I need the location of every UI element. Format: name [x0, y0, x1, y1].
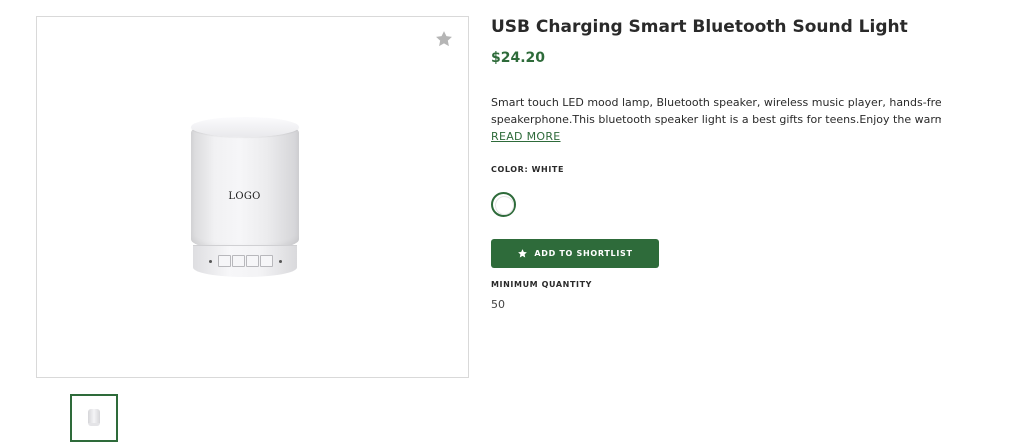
- color-label: COLOR: WHITE: [491, 165, 565, 174]
- add-to-shortlist-button[interactable]: ADD TO SHORTLIST: [491, 239, 659, 268]
- product-image: LOGO: [187, 117, 302, 282]
- lamp-logo-text: LOGO: [228, 191, 261, 202]
- favorite-star-icon[interactable]: [434, 29, 454, 49]
- thumbnail-image: [88, 409, 100, 426]
- lamp-buttons: [218, 255, 274, 267]
- minimum-quantity-value: 50: [491, 298, 505, 311]
- minimum-quantity-label: MINIMUM QUANTITY: [491, 280, 593, 289]
- product-image-gallery: LOGO: [36, 16, 469, 378]
- product-title: USB Charging Smart Bluetooth Sound Light: [491, 17, 908, 37]
- product-thumbnail[interactable]: [70, 394, 118, 442]
- star-icon: [518, 249, 528, 258]
- description-line: speakerphone.This bluetooth speaker ligh…: [491, 113, 941, 126]
- lamp-top: [191, 117, 299, 137]
- add-to-shortlist-label: ADD TO SHORTLIST: [534, 249, 633, 258]
- lamp-body: [191, 121, 299, 251]
- read-more-link[interactable]: READ MORE: [491, 130, 561, 143]
- lamp-button: [232, 255, 245, 267]
- description-line: Smart touch LED mood lamp, Bluetooth spe…: [491, 96, 941, 109]
- product-price: $24.20: [491, 50, 546, 66]
- lamp-indicator-dot: [209, 260, 212, 263]
- product-description: Smart touch LED mood lamp, Bluetooth spe…: [491, 94, 941, 128]
- lamp-indicator-dot: [279, 260, 282, 263]
- lamp-button: [260, 255, 273, 267]
- lamp-button: [218, 255, 231, 267]
- lamp-button: [246, 255, 259, 267]
- color-swatch-white[interactable]: [491, 192, 516, 217]
